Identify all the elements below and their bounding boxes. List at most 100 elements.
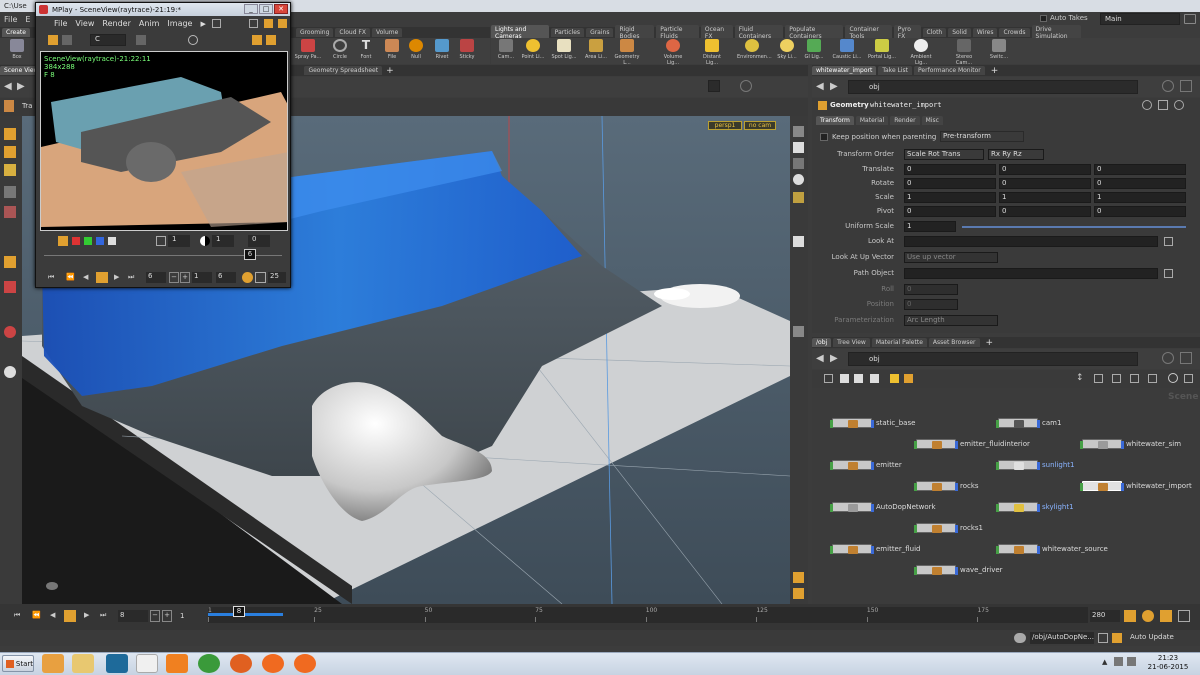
- select-icon[interactable]: [4, 128, 16, 140]
- green-channel-icon[interactable]: [84, 237, 92, 245]
- network-path-field[interactable]: obj: [848, 352, 1138, 366]
- jump-start-icon[interactable]: ⏮: [48, 273, 54, 282]
- param-field[interactable]: 0: [1094, 206, 1186, 217]
- layout2-icon[interactable]: [793, 588, 804, 599]
- houdini-icon[interactable]: [262, 654, 284, 673]
- tool-volumelight[interactable]: Volume Lig...: [658, 39, 688, 66]
- node-output-icon[interactable]: [1121, 483, 1124, 491]
- param-field[interactable]: 0: [999, 164, 1091, 175]
- step-field[interactable]: 1: [192, 272, 212, 283]
- node-output-icon[interactable]: [1037, 420, 1040, 428]
- jump-end-icon[interactable]: ⏭: [100, 611, 106, 620]
- gamma-field[interactable]: 1: [168, 235, 190, 247]
- param-field[interactable]: 0: [1094, 178, 1186, 189]
- tab-asset-browser[interactable]: Asset Browser: [928, 338, 980, 347]
- list-icon[interactable]: [840, 374, 849, 383]
- view-icon[interactable]: [4, 256, 16, 268]
- render-image[interactable]: SceneView(raytrace)-21:22:11 384x288 F 8: [40, 51, 288, 231]
- pin-icon[interactable]: [1162, 352, 1174, 364]
- stop-icon[interactable]: [64, 610, 76, 622]
- mplay-titlebar[interactable]: MPlay - SceneView(raytrace)-21:19:* _ □ …: [36, 3, 290, 16]
- node-output-icon[interactable]: [955, 483, 958, 491]
- param-path-field[interactable]: obj: [848, 80, 1138, 94]
- param-field[interactable]: [904, 268, 1158, 279]
- keep-position-menu[interactable]: Pre-transform: [940, 131, 1024, 142]
- play-icon[interactable]: ▶: [114, 273, 119, 281]
- tab-render[interactable]: Render: [890, 116, 920, 125]
- gear-icon[interactable]: [1142, 100, 1152, 110]
- auto-takes-checkbox[interactable]: [1040, 14, 1047, 22]
- node-input-icon[interactable]: [996, 462, 999, 470]
- options-icon[interactable]: [278, 19, 287, 28]
- vlc-icon[interactable]: [166, 654, 188, 673]
- maximize-icon[interactable]: □: [259, 4, 273, 14]
- tool-geolight[interactable]: Geometry L...: [612, 39, 642, 66]
- tab-material-palette[interactable]: Material Palette: [871, 338, 927, 347]
- layout-icon[interactable]: [264, 19, 273, 28]
- red-channel-icon[interactable]: [72, 237, 80, 245]
- shelf-tab[interactable]: Particles: [550, 28, 585, 37]
- param-field[interactable]: [904, 236, 1158, 247]
- frame-minus-icon[interactable]: −: [150, 610, 160, 622]
- tool-spotlight[interactable]: Spot Lig...: [549, 39, 579, 60]
- message-icon[interactable]: [1014, 633, 1026, 643]
- frame-plus-icon[interactable]: +: [162, 610, 172, 622]
- tool-box[interactable]: Box: [2, 39, 32, 60]
- add-tab-icon[interactable]: +: [386, 66, 394, 76]
- shelf-tab[interactable]: Wires: [972, 28, 998, 37]
- node-tile[interactable]: [996, 502, 1040, 512]
- close-icon[interactable]: ✕: [274, 4, 288, 14]
- end-frame-field[interactable]: 6: [216, 272, 236, 283]
- tree-icon[interactable]: [824, 374, 833, 383]
- view-icon[interactable]: [1130, 374, 1139, 383]
- realtime-icon[interactable]: [1142, 610, 1154, 622]
- tool-gilight[interactable]: GI Lig...: [799, 39, 829, 60]
- tool-skylight[interactable]: Sky Li...: [772, 39, 802, 60]
- add-icon[interactable]: [136, 35, 146, 45]
- node-tile[interactable]: [914, 565, 958, 575]
- keys-icon[interactable]: [1124, 610, 1136, 622]
- mplay-menu-anim[interactable]: Anim: [139, 19, 160, 28]
- gamma-minus-icon[interactable]: [156, 236, 166, 246]
- node-chooser-icon[interactable]: [1164, 237, 1173, 246]
- play-back-icon[interactable]: ◀: [83, 273, 88, 281]
- node-input-icon[interactable]: [914, 483, 917, 491]
- update-mode-menu[interactable]: Auto Update: [1126, 632, 1186, 644]
- folder-icon[interactable]: [904, 374, 913, 383]
- audio-icon[interactable]: [1160, 610, 1172, 622]
- play-icon[interactable]: ▶: [84, 611, 89, 619]
- rgb-toggle-icon[interactable]: [58, 236, 68, 246]
- tool-distantlight[interactable]: Distant Lig...: [697, 39, 727, 66]
- taskbar-clock[interactable]: 21:23 21-06-2015: [1140, 654, 1196, 674]
- node-output-icon[interactable]: [1037, 546, 1040, 554]
- timeline-track[interactable]: 1 25 50 75 100 125 150 175 8: [208, 606, 1088, 623]
- mplay-menu-file[interactable]: File: [54, 19, 67, 28]
- auto-takes-toggle[interactable]: Auto Takes: [1040, 14, 1098, 25]
- node-tile[interactable]: [914, 439, 958, 449]
- update-icon[interactable]: [1112, 633, 1122, 643]
- node-tile[interactable]: [996, 418, 1040, 428]
- forward-arrow-icon[interactable]: ▶: [830, 81, 838, 92]
- back-arrow-icon[interactable]: ◀: [816, 81, 824, 92]
- param-field[interactable]: Arc Length: [904, 315, 998, 326]
- tool-stereocam[interactable]: Stereo Cam...: [949, 39, 979, 66]
- node-input-icon[interactable]: [830, 462, 833, 470]
- blue-channel-icon[interactable]: [96, 237, 104, 245]
- forward-arrow-icon[interactable]: ▶: [830, 353, 838, 364]
- alpha-channel-icon[interactable]: [108, 237, 116, 245]
- node-output-icon[interactable]: [871, 504, 874, 512]
- node-output-icon[interactable]: [871, 462, 874, 470]
- add-tab-icon[interactable]: +: [991, 66, 999, 76]
- start-frame-field[interactable]: 6: [146, 272, 166, 283]
- cmd-icon[interactable]: [106, 654, 128, 673]
- desktop-menu-icon[interactable]: [1184, 14, 1196, 24]
- node-tile[interactable]: [830, 418, 874, 428]
- node-input-icon[interactable]: [996, 546, 999, 554]
- node-input-icon[interactable]: [914, 441, 917, 449]
- node-output-icon[interactable]: [871, 420, 874, 428]
- camera-menu[interactable]: persp1: [708, 121, 742, 130]
- window-icon[interactable]: [212, 19, 221, 28]
- light-icon[interactable]: [793, 174, 804, 185]
- stop-icon[interactable]: [96, 272, 108, 283]
- menu-edit[interactable]: E: [25, 15, 30, 24]
